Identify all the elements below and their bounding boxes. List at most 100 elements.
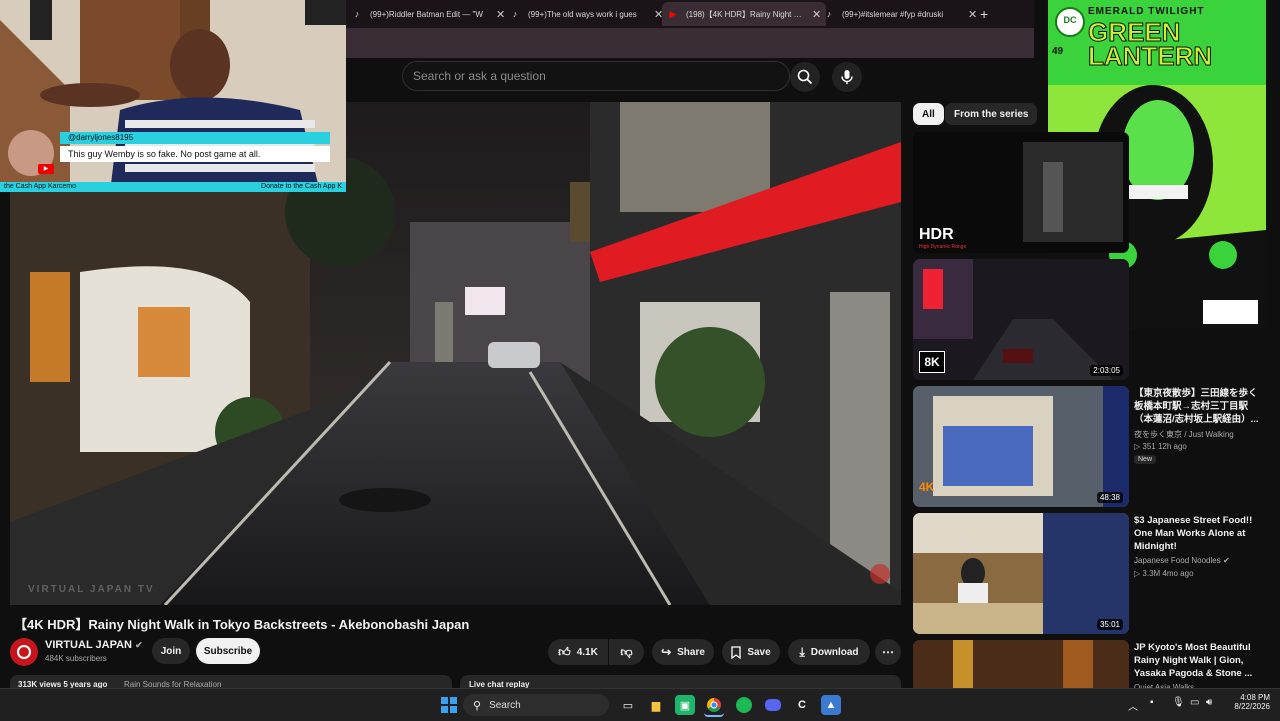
windows-taskbar: ⚲ Search ▭ ▆ ▣ C ▲ ︿ ▪ 🎙︎ ▭ 🔊︎ 4:08 PM 8… [0,688,1280,721]
windows-logo-icon [441,697,457,713]
file-explorer-icon[interactable]: ▆ [646,695,666,715]
more-icon: ⋯ [882,645,894,659]
recommended-thumbnail[interactable]: 8K 2:03:05 [913,259,1129,380]
close-icon[interactable]: ✕ [968,8,977,21]
recommended-channel[interactable]: 夜を歩く東京 / Just Walking [1134,429,1234,440]
taskbar-search-label: Search [489,699,521,711]
recommended-title[interactable]: $3 Japanese Street Food!! One Man Works … [1134,514,1266,554]
browser-tab[interactable]: ♪ (99+)Riddler Batman Edit — "W ✕ [346,2,512,26]
chip-all[interactable]: All [913,103,944,125]
chrome-logo-icon [707,698,721,712]
channel-avatar[interactable] [10,638,38,666]
recommended-thumbnail[interactable]: 35:01 [913,513,1129,634]
live-chat-replay-box[interactable]: Live chat replay [460,675,901,688]
video-duration: 2:03:05 [1090,365,1123,376]
view-date-meta: 313K views 5 years ago [18,680,108,688]
chat-message: This guy Wemby is so fake. No post game … [60,146,330,162]
discord-icon[interactable] [763,695,783,715]
search-icon [797,69,813,85]
share-label: Share [677,646,705,658]
save-button[interactable]: Save [722,639,780,665]
thumbnail-sublabel: High Dynamic Range [919,244,967,250]
browser-tab-active[interactable]: ▶ (198)【4K HDR】Rainy Night Wa ✕ [662,2,826,26]
channel-logo-icon [17,645,31,659]
browser-tab[interactable]: ♪ (99+)The old ways work i gues ✕ [506,2,668,26]
footer-right-text: Donate to the Cash App K [261,183,342,190]
task-view-icon[interactable]: ▭ [618,695,638,715]
dislike-button[interactable]: 👎︎ [609,639,644,665]
thumbs-down-icon: 👎︎ [620,644,633,659]
microphone-icon[interactable]: 🎙︎ [1172,697,1185,708]
chevron-up-icon[interactable]: ︿ [1128,698,1138,713]
more-actions-button[interactable]: ⋯ [875,639,901,665]
display-icon[interactable]: ▭ [1190,697,1199,708]
volume-icon[interactable]: 🔊︎ [1206,697,1212,708]
description-link[interactable]: Rain Sounds for Relaxation [124,680,221,688]
close-icon[interactable]: ✕ [496,8,505,21]
clock[interactable]: 4:08 PM 8/22/2026 [1226,693,1270,711]
recommended-title[interactable]: JP Kyoto's Most Beautiful Rainy Night Wa… [1134,641,1266,681]
recommended-thumbnail[interactable] [913,640,1129,688]
tiktok-icon: ♪ [826,9,832,19]
video-title: 【4K HDR】Rainy Night Walk in Tokyo Backst… [14,617,470,632]
tray-app-icon[interactable]: ▪ [1150,697,1154,708]
footer-left-text: the Cash App Karcemo [4,183,76,190]
thumbnail-image [913,259,1129,380]
share-icon: ↪ [661,645,672,659]
taskbar-search[interactable]: ⚲ Search [463,694,609,716]
share-button[interactable]: ↪ Share [652,639,714,665]
trending-icon: ▷ [1134,569,1141,578]
recommended-title[interactable]: 【東京夜散歩】三田線を歩く 板橋本町駅→志村三丁目駅（本蓮沼/志村坂上駅経由）.… [1134,387,1266,427]
tiktok-icon: ♪ [512,9,518,19]
verified-icon: ✔ [135,640,143,650]
subscribe-button[interactable]: Subscribe [196,638,260,664]
webcam-overlay: ▶ @darryljones8195 This guy Wemby is so … [0,0,346,192]
bookmark-icon [731,645,741,659]
photos-icon[interactable]: ▲ [821,695,841,715]
comic-series-title: EMERALD TWILIGHT [1088,6,1205,17]
search-icon: ⚲ [473,699,482,712]
video-duration: 48:38 [1096,492,1123,503]
new-tab-button[interactable]: + [980,2,1000,26]
thumbnail-label: 8K [919,351,945,373]
browser-tab[interactable]: ♪ (99+)#itslemear #fyp #druski ✕ [820,2,982,26]
download-button[interactable]: ⤓ Download [788,639,870,665]
recommended-channel[interactable]: Japanese Food Noodles ✔ [1134,556,1230,565]
like-button[interactable]: 👍︎ 4.1K [548,639,608,665]
browser-tab-strip: ♪ (99+)Riddler Batman Edit — "W ✕ ♪ (99+… [346,0,1034,28]
voice-search-button[interactable] [832,62,862,92]
new-badge: New [1134,455,1157,464]
chip-from-the-series[interactable]: From the series [945,103,1038,125]
spotify-icon[interactable] [734,695,754,715]
dc-logo: DC [1063,15,1077,25]
youtube-icon: ▶ [669,9,677,19]
thumbs-up-icon: 👍︎ [558,644,571,659]
recommended-thumbnail[interactable]: 4K 48:38 [913,386,1129,507]
recommended-meta: ▷ 351 12h ago [1134,442,1187,451]
tab-title: (198)【4K HDR】Rainy Night Wa [686,9,804,19]
thumbnail-label: 4K [919,480,935,494]
download-label: Download [810,646,859,658]
search-button[interactable] [790,62,820,92]
browser-c-icon[interactable]: C [792,695,812,715]
save-label: Save [747,646,771,658]
browser-toolbar [346,28,1034,58]
recommended-thumbnail[interactable]: HDR High Dynamic Range [913,132,1129,253]
search-placeholder: Search or ask a question [413,69,546,83]
download-icon: ⤓ [799,644,805,659]
channel-name-text: VIRTUAL JAPAN [45,639,132,651]
video-duration: 35:01 [1096,619,1123,630]
search-input[interactable]: Search or ask a question [402,61,790,91]
chrome-icon[interactable] [704,695,724,717]
comic-issue-number: 49 [1052,46,1064,57]
channel-name[interactable]: VIRTUAL JAPAN ✔ [45,639,143,651]
tab-title: (99+)Riddler Batman Edit — "W [370,9,483,19]
join-button[interactable]: Join [152,638,190,664]
app-icon[interactable]: ▣ [675,695,695,715]
video-watermark: VIRTUAL JAPAN TV [28,584,155,595]
recommended-meta-text: 351 12h ago [1142,442,1187,451]
youtube-icon: ▶ [38,164,54,174]
description-box[interactable]: 313K views 5 years ago Rain Sounds for R… [10,675,452,688]
windows-start-button[interactable] [439,695,459,715]
thumbnail-image [913,513,1129,634]
